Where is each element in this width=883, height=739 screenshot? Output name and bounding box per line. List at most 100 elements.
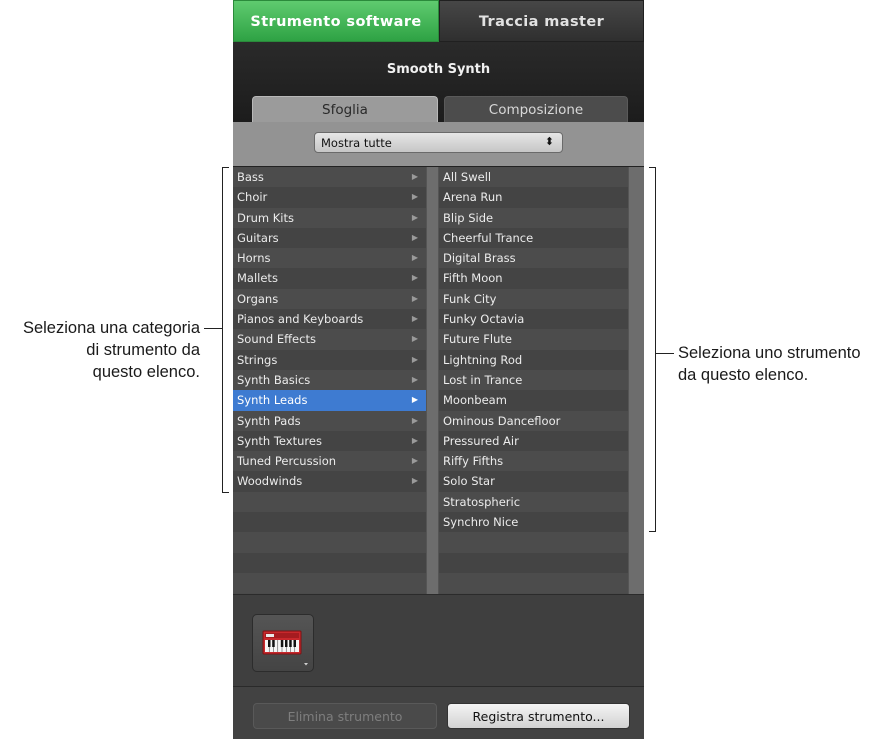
disclosure-arrow-icon: ▶ — [411, 273, 418, 283]
keyboard-icon — [262, 630, 308, 666]
left-annotation-line-1: Seleziona una categoria — [22, 319, 200, 337]
instrument-item[interactable]: Blip Side — [439, 207, 628, 228]
instrument-header: Smooth Synth Sfoglia Composizione — [233, 42, 644, 122]
tab-edit[interactable]: Composizione — [444, 96, 628, 122]
instrument-item[interactable]: Stratospheric — [439, 491, 628, 513]
left-bracket — [222, 167, 229, 493]
right-annotation-line-1: Seleziona uno strumento — [678, 344, 861, 362]
top-tabs: Strumento software Traccia master — [233, 0, 644, 42]
category-label: Synth Leads — [237, 393, 308, 408]
category-list-scrollbar[interactable] — [426, 167, 439, 595]
category-item[interactable]: Sound Effects ▶ — [233, 329, 426, 350]
category-label: Sound Effects — [237, 332, 316, 347]
category-item[interactable]: Pianos and Keyboards ▶ — [233, 309, 426, 330]
category-item[interactable]: Drum Kits ▶ — [233, 207, 426, 228]
category-label: Mallets — [237, 271, 278, 286]
instrument-item[interactable]: Synchro Nice — [439, 512, 628, 533]
disclosure-arrow-icon: ▶ — [411, 253, 418, 263]
left-annotation-line-2: di strumento da — [86, 341, 200, 359]
disclosure-arrow-icon: ▶ — [411, 334, 418, 344]
delete-instrument-button[interactable]: Elimina strumento — [253, 703, 437, 729]
category-label: Strings — [237, 352, 278, 367]
category-item[interactable]: Woodwinds ▶ — [233, 471, 426, 492]
empty-row — [233, 572, 426, 594]
instrument-item[interactable]: Solo Star — [439, 471, 628, 492]
instrument-item[interactable]: All Swell — [439, 167, 628, 188]
disclosure-arrow-icon: ▶ — [411, 456, 418, 466]
disclosure-arrow-icon: ▶ — [411, 395, 418, 405]
empty-row — [439, 552, 628, 573]
filter-popup-label: Mostra tutte — [321, 136, 392, 150]
empty-row — [233, 512, 426, 533]
category-item[interactable]: Synth Leads ▶ — [233, 390, 426, 411]
instrument-list-scrollbar[interactable] — [628, 167, 644, 595]
filter-bar: Mostra tutte ⬍ — [233, 122, 644, 166]
disclosure-arrow-icon: ▶ — [411, 415, 418, 425]
disclosure-arrow-icon: ▶ — [411, 435, 418, 445]
category-item[interactable]: Horns ▶ — [233, 248, 426, 269]
category-label: Synth Pads — [237, 413, 301, 428]
tab-browse[interactable]: Sfoglia — [252, 96, 438, 122]
category-item[interactable]: Organs ▶ — [233, 288, 426, 310]
category-label: Bass — [237, 170, 264, 184]
category-label: Drum Kits — [237, 210, 294, 225]
right-connector-line — [656, 353, 674, 354]
popup-arrows-icon: ⬍ — [544, 135, 554, 148]
disclosure-arrow-icon: ▶ — [411, 374, 418, 384]
instrument-item[interactable]: Funk City — [439, 288, 628, 310]
instrument-item[interactable]: Ominous Dancefloor — [439, 410, 628, 431]
empty-row — [233, 532, 426, 553]
browser-lists: Bass ▶ Choir ▶ Drum Kits ▶ Guitars ▶ Horns ▶ Malle… — [233, 166, 644, 595]
instrument-icon-area — [233, 594, 644, 687]
category-label: Synth Basics — [237, 372, 311, 387]
category-item[interactable]: Strings ▶ — [233, 349, 426, 370]
left-connector-line — [204, 328, 222, 329]
category-label: Horns — [237, 251, 271, 266]
category-list: Bass ▶ Choir ▶ Drum Kits ▶ Guitars ▶ Horns ▶ Malle… — [233, 167, 426, 595]
category-label: Tuned Percussion — [237, 454, 337, 469]
disclosure-arrow-icon: ▶ — [411, 476, 418, 486]
instrument-item[interactable]: Pressured Air — [439, 430, 628, 452]
tab-master-track[interactable]: Traccia master — [439, 0, 644, 42]
category-label: Organs — [237, 291, 279, 306]
instrument-item[interactable]: Arena Run — [439, 187, 628, 208]
instrument-item[interactable]: Lightning Rod — [439, 349, 628, 370]
disclosure-arrow-icon: ▶ — [411, 172, 418, 181]
disclosure-arrow-icon: ▶ — [411, 314, 418, 324]
category-label: Synth Textures — [237, 433, 322, 448]
instrument-item[interactable]: Digital Brass — [439, 248, 628, 269]
category-item[interactable]: Guitars ▶ — [233, 227, 426, 249]
disclosure-arrow-icon: ▶ — [411, 293, 418, 303]
instrument-list: All Swell Arena Run Blip Side Cheerful Tran… — [439, 167, 628, 595]
instrument-item[interactable]: Lost in Trance — [439, 369, 628, 391]
category-item[interactable]: Synth Pads ▶ — [233, 410, 426, 431]
disclosure-arrow-icon: ▶ — [411, 354, 418, 364]
instrument-item[interactable]: Moonbeam — [439, 390, 628, 411]
category-item[interactable]: Mallets ▶ — [233, 268, 426, 289]
instrument-item[interactable]: Cheerful Trance — [439, 227, 628, 249]
empty-row — [439, 572, 628, 594]
category-item[interactable]: Choir ▶ — [233, 187, 426, 208]
instrument-name: Smooth Synth — [386, 62, 491, 77]
tab-software-instrument[interactable]: Strumento software — [233, 0, 439, 42]
instrument-item[interactable]: Riffy Fifths — [439, 451, 628, 472]
right-annotation: Seleziona uno strumento da questo elenco… — [678, 342, 883, 386]
category-item[interactable]: Tuned Percussion ▶ — [233, 451, 426, 472]
bottom-bar: Elimina strumento Registra strumento... — [233, 686, 644, 739]
instrument-item[interactable]: Fifth Moon — [439, 268, 628, 289]
category-label: Guitars — [237, 230, 279, 245]
instrument-item[interactable]: Future Flute — [439, 329, 628, 350]
category-item[interactable]: Synth Textures ▶ — [233, 430, 426, 452]
empty-row — [233, 491, 426, 513]
empty-row — [233, 552, 426, 573]
disclosure-arrow-icon: ▶ — [411, 212, 418, 222]
save-instrument-button[interactable]: Registra strumento... — [447, 703, 630, 729]
right-bracket — [649, 167, 656, 532]
category-label: Pianos and Keyboards — [237, 312, 364, 327]
instrument-icon-button[interactable] — [252, 614, 314, 672]
category-item[interactable]: Bass ▶ — [233, 167, 426, 188]
instrument-item[interactable]: Funky Octavia — [439, 309, 628, 330]
left-annotation-line-3: questo elenco. — [92, 363, 200, 381]
filter-popup[interactable]: Mostra tutte ⬍ — [314, 132, 563, 153]
category-item[interactable]: Synth Basics ▶ — [233, 369, 426, 391]
